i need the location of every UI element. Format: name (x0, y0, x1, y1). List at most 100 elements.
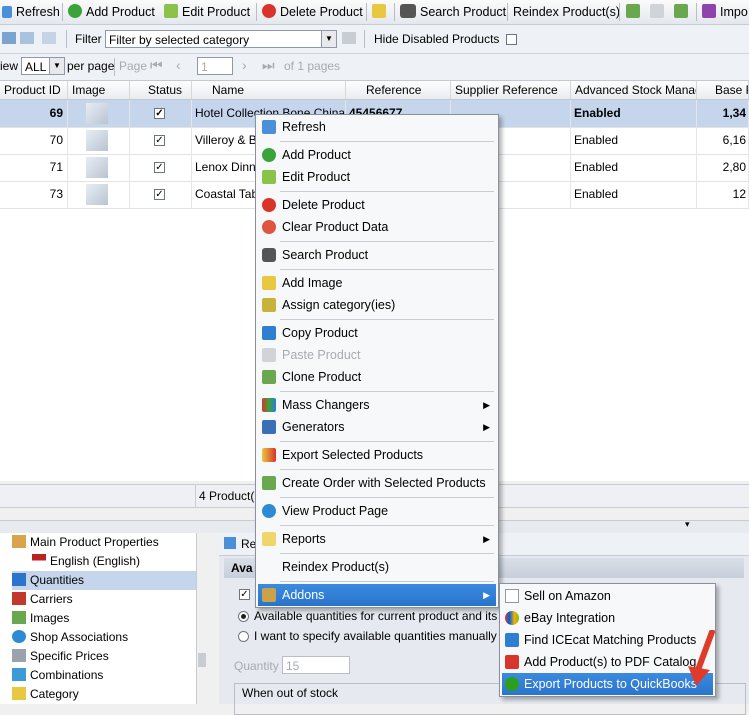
menu-item-export-selected[interactable]: Export Selected Products (258, 444, 496, 466)
col-supplier-reference[interactable]: Supplier Reference (451, 81, 571, 99)
col-advanced-stock[interactable]: Advanced Stock Manage (571, 81, 697, 99)
menu-item-find-icecat[interactable]: Find ICEcat Matching Products (502, 629, 713, 651)
menu-item-add-image[interactable]: Add Image (258, 272, 496, 294)
per-page-select[interactable]: ALL ▼ (21, 57, 65, 75)
menu-item-delete-product[interactable]: Delete Product (258, 194, 496, 216)
copy-icon-button[interactable] (626, 2, 644, 22)
menu-item-mass-changers[interactable]: Mass Changers ▶ (258, 394, 496, 416)
addons-icon (262, 588, 276, 602)
pdf-icon (505, 655, 519, 669)
combinations-icon (12, 668, 26, 681)
chevron-down-icon[interactable]: ▼ (49, 58, 64, 74)
search-product-button[interactable]: Search Product (400, 2, 506, 22)
menu-item-clear-product-data[interactable]: Clear Product Data (258, 216, 496, 238)
delete-product-button[interactable]: Delete Product (262, 2, 363, 22)
menu-item-refresh[interactable]: Refresh (258, 116, 496, 138)
clear-filter-icon[interactable] (342, 32, 356, 44)
browser-icon (262, 504, 276, 518)
radio-auto-quantity[interactable] (238, 611, 249, 622)
menu-item-copy-product[interactable]: Copy Product (258, 322, 496, 344)
clone-icon-button[interactable] (674, 2, 692, 22)
paste-icon-button[interactable] (650, 2, 668, 22)
menu-item-assign-category[interactable]: Assign category(ies) (258, 294, 496, 316)
edit-product-button[interactable]: Edit Product (164, 2, 250, 22)
tree-item-specific-prices[interactable]: Specific Prices (12, 647, 109, 666)
menu-item-export-quickbooks[interactable]: Export Products to QuickBooks (502, 673, 713, 695)
refresh-icon[interactable] (224, 537, 236, 549)
tree-item-shop-associations[interactable]: Shop Associations (12, 628, 128, 647)
tree-item-combinations[interactable]: Combinations (12, 666, 103, 685)
availability-checkbox[interactable]: ✓ (239, 589, 250, 600)
menu-item-clone-product[interactable]: Clone Product (258, 366, 496, 388)
tree-item-english[interactable]: English (English) (32, 552, 140, 571)
menu-item-edit-product[interactable]: Edit Product (258, 166, 496, 188)
binoculars-icon (400, 4, 416, 18)
reindex-button[interactable]: Reindex Product(s) (513, 2, 620, 22)
menu-item-addons[interactable]: Addons ▶ (258, 584, 496, 606)
col-name[interactable]: Name (192, 81, 346, 99)
folder-icon (12, 687, 26, 700)
menu-item-add-product[interactable]: Add Product (258, 144, 496, 166)
radio-manual-quantity[interactable] (238, 631, 249, 642)
prev-page-icon[interactable]: ‹ (176, 57, 181, 73)
next-page-icon[interactable]: › (242, 57, 247, 73)
hide-disabled-checkbox[interactable] (506, 34, 517, 45)
tree-item-category[interactable]: Category (12, 685, 79, 704)
menu-item-search-product[interactable]: Search Product (258, 244, 496, 266)
tree-item-carriers[interactable]: Carriers (12, 590, 73, 609)
menu-item-paste-product[interactable]: Paste Product (258, 344, 496, 366)
menu-item-ebay-integration[interactable]: eBay Integration (502, 607, 713, 629)
clear-icon (262, 220, 276, 234)
quantity-label: Quantity (234, 659, 279, 673)
filter-select[interactable]: Filter by selected category ▼ (105, 30, 337, 48)
col-base-price[interactable]: Base P (697, 81, 749, 99)
add-product-button[interactable]: Add Product (68, 2, 155, 22)
menu-item-reindex[interactable]: Reindex Product(s) (258, 556, 496, 578)
assign-category-button[interactable] (372, 2, 390, 22)
menu-item-sell-on-amazon[interactable]: Sell on Amazon (502, 585, 713, 607)
status-checkbox[interactable]: ✓ (154, 162, 165, 173)
menu-item-create-order[interactable]: Create Order with Selected Products (258, 472, 496, 494)
submenu-arrow-icon: ▶ (483, 422, 490, 432)
tree-item-main-properties[interactable]: Main Product Properties (12, 533, 159, 552)
last-page-icon[interactable]: ⏭ (262, 57, 275, 74)
grid-icon[interactable] (2, 32, 16, 44)
image-icon (262, 276, 276, 290)
menu-item-view-product-page[interactable]: View Product Page (258, 500, 496, 522)
refresh-icon (262, 120, 276, 134)
col-status[interactable]: Status (130, 81, 192, 99)
category-icon (262, 298, 276, 312)
price-icon (12, 649, 26, 662)
product-thumbnail (68, 154, 130, 181)
collapse-icon[interactable]: ▾ (685, 519, 690, 530)
page-input[interactable]: 1 (197, 57, 233, 75)
col-reference[interactable]: Reference (346, 81, 451, 99)
col-product-id[interactable]: Product ID (0, 81, 68, 99)
copy-icon (626, 4, 640, 18)
sort-desc-icon[interactable] (42, 32, 56, 44)
tree-item-quantities[interactable]: Quantities (12, 571, 196, 590)
menu-item-generators[interactable]: Generators ▶ (258, 416, 496, 438)
first-page-icon[interactable]: ⏮ (150, 57, 163, 74)
chevron-down-icon[interactable]: ▼ (321, 31, 336, 47)
refresh-button[interactable]: Refresh (2, 2, 60, 22)
status-checkbox[interactable]: ✓ (154, 135, 165, 146)
sort-asc-icon[interactable] (20, 32, 34, 44)
quantity-stepper[interactable]: 15 (282, 656, 350, 674)
tree-scrollbar[interactable] (198, 653, 206, 667)
import-icon (702, 4, 716, 18)
menu-item-pdf-catalog[interactable]: Add Product(s) to PDF Catalog (502, 651, 713, 673)
clone-icon (262, 370, 276, 384)
filter-toolbar: Filter Filter by selected category ▼ Hid… (0, 25, 749, 54)
col-image[interactable]: Image (68, 81, 130, 99)
status-checkbox[interactable]: ✓ (154, 108, 165, 119)
status-checkbox[interactable]: ✓ (154, 189, 165, 200)
clone-icon (674, 4, 688, 18)
paging-toolbar: iew ALL ▼ per page Page ⏮ ‹ 1 › ⏭ of 1 p… (0, 54, 749, 81)
paste-icon (262, 348, 276, 362)
import-button[interactable]: Impo (702, 2, 748, 22)
tree-item-images[interactable]: Images (12, 609, 69, 628)
context-menu: Refresh Add Product Edit Product Delete … (255, 114, 499, 608)
generators-icon (262, 420, 276, 434)
menu-item-reports[interactable]: Reports ▶ (258, 528, 496, 550)
